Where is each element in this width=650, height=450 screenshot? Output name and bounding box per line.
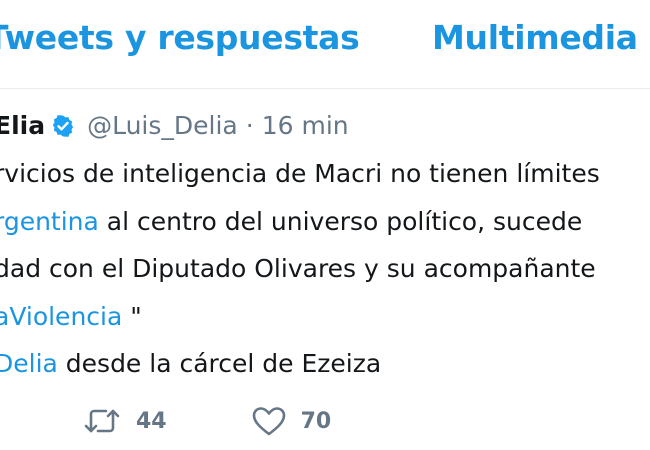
tweet-line-text: dad con el Diputado Olivares y su acompa… <box>0 254 596 283</box>
tweet-line: aViolencia " <box>0 293 650 341</box>
retweet-count: 44 <box>136 408 167 434</box>
retweet-icon <box>82 406 122 436</box>
mention-link[interactable]: Delia <box>0 349 58 378</box>
retweet-button[interactable]: 44 <box>82 406 167 436</box>
hashtag-link[interactable]: aViolencia <box>0 302 122 331</box>
verified-badge-icon <box>51 114 75 138</box>
tweet-line-text: rvicios de inteligencia de Macri no tien… <box>0 159 600 188</box>
separator-dot: · <box>245 111 254 140</box>
tweet-line: rvicios de inteligencia de Macri no tien… <box>0 150 650 198</box>
tab-media[interactable]: Multimedia <box>432 18 638 57</box>
tweet[interactable]: Elia @Luis_Delia · 16 min rvicios de int… <box>0 89 650 450</box>
tweet-line-text: al centro del universo político, sucede <box>98 206 583 236</box>
tweet-actions: 44 70 <box>82 405 331 437</box>
tweet-line: rgentina al centro del universo político… <box>0 198 650 246</box>
tweet-line: Delia desde la cárcel de Ezeiza <box>0 340 650 388</box>
like-button[interactable]: 70 <box>251 405 332 437</box>
author-handle[interactable]: @Luis_Delia <box>87 111 238 141</box>
heart-icon <box>251 405 287 437</box>
tweet-text: rvicios de inteligencia de Macri no tien… <box>0 150 650 388</box>
profile-timeline: Tweets y respuestas Multimedia Elia @Lui… <box>0 0 650 450</box>
like-count: 70 <box>300 408 332 434</box>
profile-tabs: Tweets y respuestas Multimedia <box>0 0 650 89</box>
hashtag-link[interactable]: rgentina <box>0 207 99 236</box>
tweet-line: dad con el Diputado Olivares y su acompa… <box>0 245 650 293</box>
tweet-header: Elia @Luis_Delia · 16 min <box>0 111 349 141</box>
tweet-line-text: " <box>122 301 142 331</box>
tweet-timestamp[interactable]: 16 min <box>262 111 349 141</box>
tweet-line-text: desde la cárcel de Ezeiza <box>57 349 382 378</box>
author-name[interactable]: Elia <box>0 111 45 141</box>
tab-tweets-and-replies[interactable]: Tweets y respuestas <box>0 18 360 57</box>
